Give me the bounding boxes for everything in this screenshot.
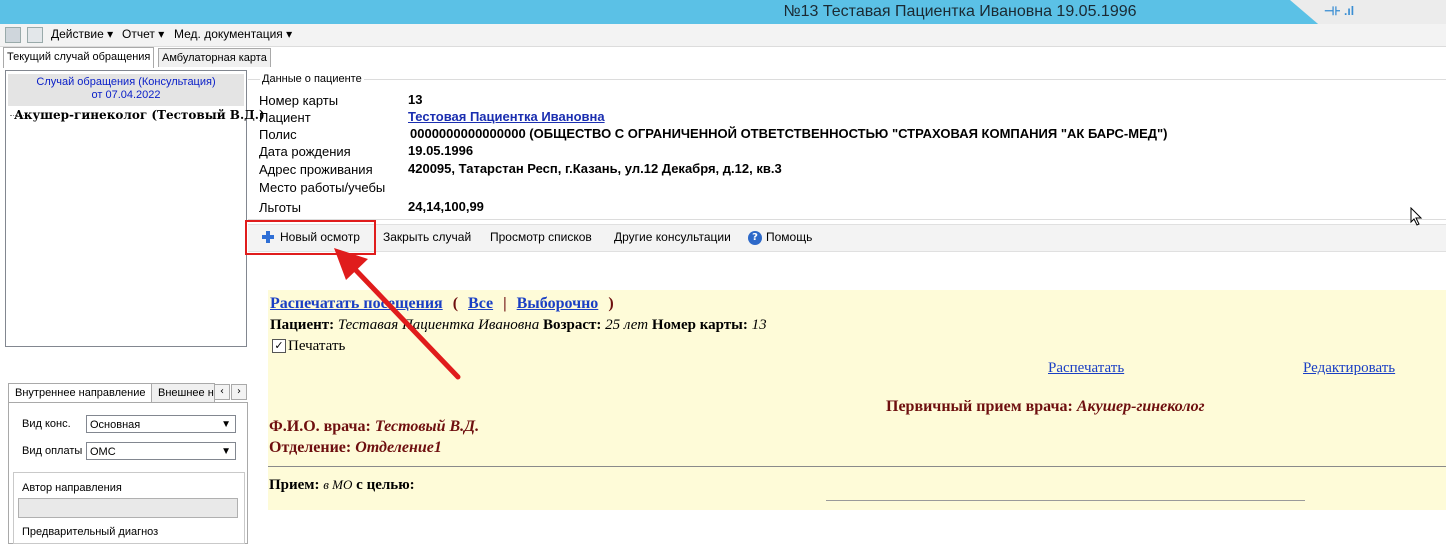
reception-place: в МО	[323, 477, 353, 492]
view-lists-button[interactable]: Просмотр списков	[490, 230, 592, 244]
doc-card-label: Номер карты:	[651, 317, 748, 333]
doctor-line: Ф.И.О. врача: Тестовый В.Д.	[269, 418, 479, 436]
author-field[interactable]	[18, 498, 238, 518]
all-link[interactable]: Все	[468, 295, 493, 312]
visit-title: Первичный прием врача: Акушер-гинеколог	[886, 398, 1205, 416]
refresh-icon[interactable]	[27, 27, 43, 43]
consult-type-label: Вид конс.	[22, 418, 71, 430]
payment-type-label: Вид оплаты	[22, 445, 83, 457]
doc-patient-label: Пациент:	[270, 317, 335, 333]
patient-name-label: Пациент	[259, 110, 311, 125]
case-header[interactable]: Случай обращения (Консультация) от 07.04…	[8, 74, 244, 106]
chevron-down-icon: ▼	[221, 446, 231, 457]
help-icon[interactable]: ?	[748, 231, 762, 245]
case-header-date: от 07.04.2022	[91, 89, 161, 101]
doc-card-value: 13	[751, 317, 767, 333]
department-label: Отделение:	[269, 439, 352, 456]
save-icon[interactable]	[5, 27, 21, 43]
birth-date-value: 19.05.1996	[408, 143, 474, 158]
visit-title-label: Первичный прием врача:	[886, 398, 1073, 415]
payment-type-select[interactable]: ОМС ▼	[86, 442, 236, 460]
print-link[interactable]: Распечатать	[1048, 360, 1124, 377]
reception-label: Прием:	[269, 477, 320, 493]
annotation-arrow-icon	[334, 248, 461, 380]
print-checkbox[interactable]: ✓	[272, 339, 286, 353]
tab-outpatient-card[interactable]: Амбулаторная карта	[158, 48, 271, 67]
divider	[268, 466, 1446, 467]
address-label: Адрес проживания	[259, 162, 373, 177]
benefits-value: 24,14,100,99	[408, 199, 484, 214]
consult-type-select[interactable]: Основная ▼	[86, 415, 236, 433]
help-button[interactable]: Помощь	[766, 230, 812, 244]
reception-line: Прием: в МО с целью:	[269, 477, 415, 494]
card-number-value: 13	[408, 92, 423, 107]
cursor-icon	[1410, 207, 1423, 226]
menu-med-docs[interactable]: Мед. документация ▾	[174, 27, 292, 41]
close-case-button[interactable]: Закрыть случай	[383, 230, 471, 244]
tab-scroll-right-button[interactable]: ›	[231, 384, 247, 400]
consult-type-value: Основная	[90, 419, 141, 431]
doc-age-value: 25 лет	[605, 317, 649, 333]
tab-current-case[interactable]: Текущий случай обращения	[3, 47, 155, 68]
separator: |	[503, 295, 507, 312]
patient-group-label: Данные о пациенте	[260, 73, 364, 85]
visit-title-value: Акушер-гинеколог	[1076, 398, 1205, 415]
patient-name-link[interactable]: Тестовая Пациентка Ивановна	[408, 109, 605, 124]
prelim-diagnosis-label: Предварительный диагноз	[22, 526, 159, 538]
author-label: Автор направления	[22, 482, 122, 494]
policy-value: 0000000000000000 (ОБЩЕСТВО С ОГРАНИЧЕННО…	[410, 126, 1168, 141]
department-value: Отделение1	[355, 439, 442, 456]
reception-purpose: с целью:	[356, 477, 415, 493]
case-header-title: Случай обращения (Консультация)	[36, 76, 216, 88]
tab-internal-direction[interactable]: Внутреннее направление	[8, 383, 152, 402]
birth-date-label: Дата рождения	[259, 144, 351, 159]
window-title: №13 Теставая Пациентка Ивановна 19.05.19…	[783, 3, 1137, 20]
chevron-down-icon: ▼	[221, 419, 231, 430]
department-line: Отделение: Отделение1	[269, 439, 442, 457]
doc-age-label: Возраст:	[542, 317, 602, 333]
work-place-label: Место работы/учебы	[259, 180, 386, 195]
tab-scroll-left-button[interactable]: ‹	[214, 384, 230, 400]
benefits-label: Льготы	[259, 200, 302, 215]
patient-group-border	[248, 79, 1446, 80]
purpose-underline	[826, 500, 1305, 501]
payment-type-value: ОМС	[90, 446, 116, 458]
policy-label: Полис	[259, 127, 297, 142]
paren-close: )	[608, 295, 614, 312]
divider	[248, 219, 1446, 220]
edit-link[interactable]: Редактировать	[1303, 360, 1395, 377]
address-value: 420095, Татарстан Респ, г.Казань, ул.12 …	[408, 161, 782, 176]
tree-item-doctor[interactable]: Акушер-гинеколог (Тестовый В.Д.)	[14, 108, 265, 122]
menu-report[interactable]: Отчет ▾	[122, 27, 164, 41]
menu-action[interactable]: Действие ▾	[51, 27, 113, 41]
card-number-label: Номер карты	[259, 93, 339, 108]
other-consults-button[interactable]: Другие консультации	[614, 230, 731, 244]
doctor-value: Тестовый В.Д.	[374, 418, 480, 435]
tab-external-direction[interactable]: Внешнее на	[151, 383, 215, 402]
signal-icon: ⊣⊦ .ıl	[1324, 4, 1355, 18]
doctor-label: Ф.И.О. врача:	[269, 418, 371, 435]
selective-link[interactable]: Выборочно	[517, 295, 599, 312]
